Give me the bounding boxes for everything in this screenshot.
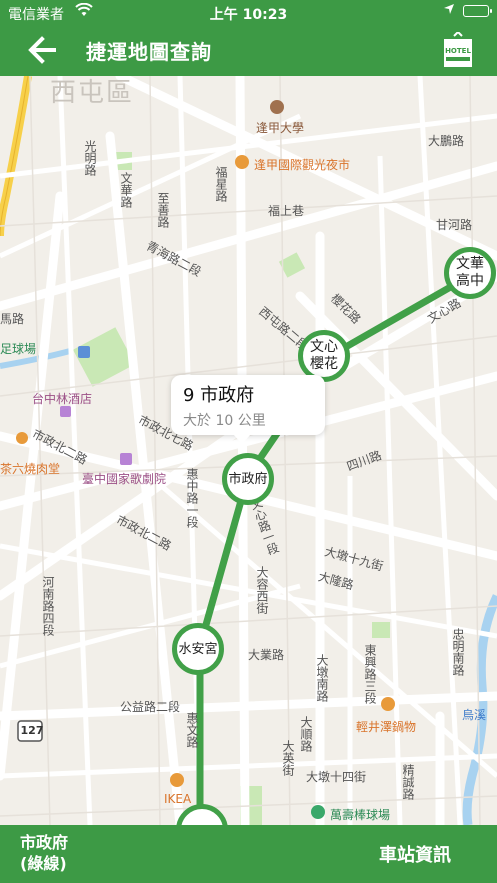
road-label-zhongming: 忠明南路 <box>451 628 465 676</box>
page-title: 捷運地圖查詢 <box>86 40 212 64</box>
road-label-huiwen: 惠文路 <box>185 712 199 748</box>
route-127-shield: 127 <box>20 724 44 737</box>
status-bar: 電信業者 上午 10:23 <box>0 0 497 24</box>
back-arrow-icon[interactable] <box>24 34 64 66</box>
station-label: 市政府 <box>228 471 268 487</box>
road-label-daye: 大業路 <box>248 648 285 662</box>
district-label: 西屯區 <box>50 78 135 108</box>
station-shuian-temple[interactable]: 水安宮 <box>172 623 224 675</box>
hotel-label: HOTEL <box>445 47 471 55</box>
callout-distance: 大於 10 公里 <box>183 413 266 429</box>
fengjia-university-label: 逢甲大學 <box>256 121 305 135</box>
opera-house-label: 臺中國家歌劇院 <box>82 472 167 486</box>
road-label-gongyi: 公益路二段 <box>120 700 181 714</box>
road-label-ma: 馬路 <box>0 312 25 326</box>
road-label-zhishan: 至善路 <box>156 192 170 228</box>
road-label-dadun-south: 大墩南路 <box>315 654 329 702</box>
station-city-hall[interactable]: 市政府 <box>222 453 274 505</box>
nav-bar: 捷運地圖查詢 HOTEL <box>0 24 497 76</box>
station-callout[interactable]: 9 市政府 大於 10 公里 <box>171 375 325 444</box>
location-arrow-icon <box>443 3 455 19</box>
road-label-guangming: 光明路 <box>83 140 97 176</box>
callout-title: 9 市政府 <box>183 385 255 406</box>
road-label-dadun14: 大墩十四街 <box>306 770 367 784</box>
road-label-wenhua: 文華路 <box>119 172 133 208</box>
station-wenhua-high-school[interactable]: 文華 高中 <box>444 247 496 299</box>
road-label-dashun: 大順路 <box>299 716 313 752</box>
station-label: 水安宮 <box>178 641 218 657</box>
road-label-huizhong: 惠中路一段 <box>185 468 199 528</box>
road-label-dongxing: 東興路三段 <box>363 644 377 704</box>
selected-station-name: 市政府 (綠線) <box>20 833 69 873</box>
hotel-poi-label: 台中林酒店 <box>32 392 93 406</box>
bottom-bar: 市政府 (綠線) 車站資訊 <box>0 825 497 883</box>
river-label-wuxi: 烏溪 <box>462 708 487 722</box>
ikea-label: IKEA <box>164 792 192 806</box>
road-label-dapeng: 大鵬路 <box>428 134 465 148</box>
road-label-fushang: 福上巷 <box>268 204 305 218</box>
football-field-label: 足球場 <box>0 342 37 356</box>
clock: 上午 10:23 <box>209 7 288 23</box>
road-label-daying: 大英街 <box>281 740 295 776</box>
bbq-shop-label: 茶六燒肉堂 <box>0 462 61 476</box>
road-label-jingcheng: 精誠路 <box>401 764 415 800</box>
baseball-field-label: 萬壽棒球場 <box>330 808 391 822</box>
road-label-ganhe: 甘河路 <box>436 218 473 232</box>
battery-icon <box>463 5 492 17</box>
road-label-dayuan: 大容西街 <box>255 566 269 614</box>
road-label-fuxing: 福星路 <box>214 166 228 202</box>
hotel-icon[interactable]: HOTEL <box>441 30 475 68</box>
station-info-button[interactable]: 車站資訊 <box>379 841 451 867</box>
restaurant-label: 輕井澤鍋物 <box>356 720 417 734</box>
station-label: 文心 櫻花 <box>310 339 338 372</box>
road-label-henan: 河南路四段 <box>41 576 55 636</box>
map-view[interactable]: 西屯區 逢甲大學 逢甲國際觀光夜市 大鵬路 福上巷 甘河路 福星路 光明路 至善… <box>0 76 497 825</box>
fengjia-market-label: 逢甲國際觀光夜市 <box>254 158 351 172</box>
station-label: 文華 高中 <box>456 256 484 289</box>
